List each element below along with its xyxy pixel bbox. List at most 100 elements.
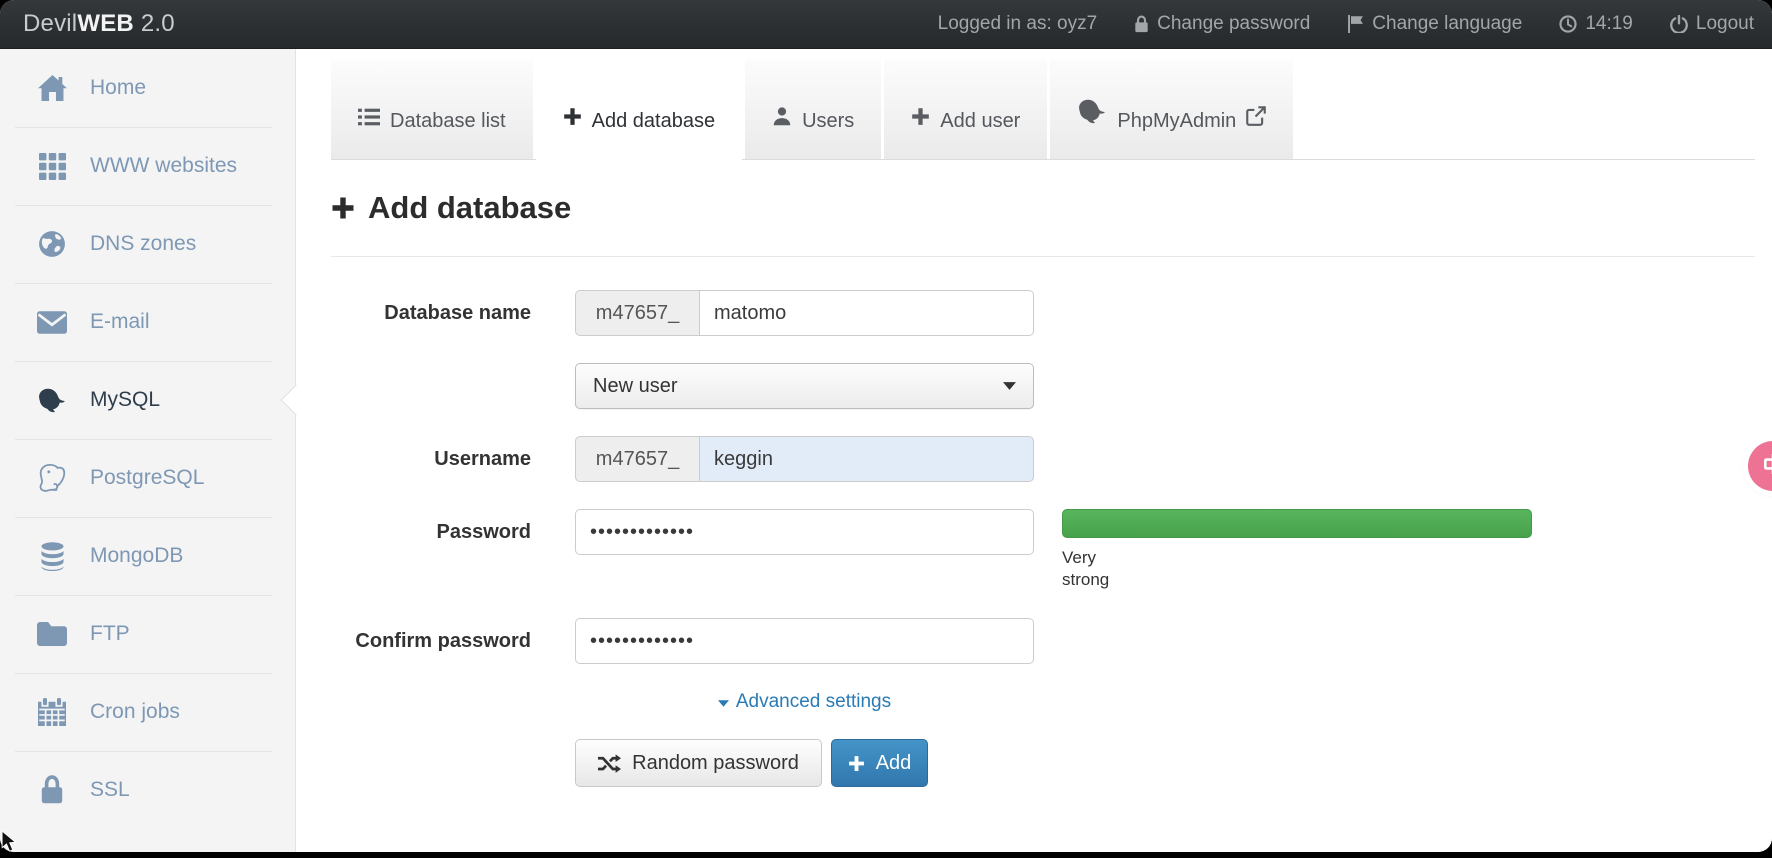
sidebar-item-mysql[interactable]: MySQL bbox=[0, 361, 295, 439]
logged-in-as: Logged in as: oyz7 bbox=[938, 13, 1098, 35]
sidebar-nav: Home WWW websites DNS zones E-mail MySQL Post… bbox=[0, 49, 296, 852]
sidebar-item-label: WWW websites bbox=[90, 154, 237, 178]
caret-down-icon bbox=[718, 700, 729, 707]
plus-icon bbox=[911, 107, 930, 133]
change-language-label: Change language bbox=[1372, 13, 1522, 35]
advanced-settings-row: Advanced settings bbox=[575, 691, 1034, 713]
tab-add-user[interactable]: Add user bbox=[884, 59, 1047, 160]
sidebar-item-www-websites[interactable]: WWW websites bbox=[0, 127, 295, 205]
topbar: DevilWEB 2.0 Logged in as: oyz7 Change p… bbox=[0, 0, 1772, 49]
folder-icon bbox=[35, 622, 69, 646]
sidebar-item-mongodb[interactable]: MongoDB bbox=[0, 517, 295, 595]
user-select-value: New user bbox=[593, 375, 677, 398]
chevron-down-icon bbox=[1003, 382, 1016, 390]
random-password-label: Random password bbox=[632, 752, 799, 775]
user-select[interactable]: New user bbox=[575, 363, 1034, 409]
change-language-link[interactable]: Change language bbox=[1347, 13, 1522, 35]
plus-icon bbox=[848, 755, 865, 772]
page-title-text: Add database bbox=[368, 190, 571, 226]
tab-label: Add user bbox=[940, 110, 1020, 133]
home-icon bbox=[35, 75, 69, 101]
calendar-icon bbox=[35, 698, 69, 726]
username-label: Username bbox=[331, 436, 575, 482]
form-buttons: Random password Add bbox=[575, 739, 1755, 787]
sidebar-item-label: SSL bbox=[90, 778, 130, 802]
username-row: Username m47657_ bbox=[331, 436, 1755, 482]
sidebar-item-label: DNS zones bbox=[90, 232, 196, 256]
page-title: Add database bbox=[331, 190, 1755, 226]
sidebar-item-label: MongoDB bbox=[90, 544, 183, 568]
plus-icon bbox=[331, 196, 355, 220]
sidebar-item-ftp[interactable]: FTP bbox=[0, 595, 295, 673]
add-database-form: Database name m47657_ New user Username bbox=[331, 290, 1755, 787]
tab-bar: Database list Add database Users Add user Ph… bbox=[331, 59, 1755, 160]
clock-icon bbox=[1559, 15, 1577, 33]
add-button[interactable]: Add bbox=[831, 739, 928, 787]
postgresql-elephant-icon bbox=[35, 463, 69, 493]
advanced-settings-label: Advanced settings bbox=[736, 691, 891, 713]
password-strength-bar bbox=[1062, 509, 1532, 538]
mysql-dolphin-icon bbox=[1077, 96, 1107, 133]
server-time: 14:19 bbox=[1559, 13, 1633, 35]
mysql-dolphin-icon bbox=[35, 385, 69, 415]
tab-database-list[interactable]: Database list bbox=[331, 59, 533, 160]
flag-icon bbox=[1347, 15, 1364, 33]
username-prefix: m47657_ bbox=[575, 436, 699, 482]
sidebar-item-postgresql[interactable]: PostgreSQL bbox=[0, 439, 295, 517]
sidebar-item-label: Home bbox=[90, 76, 146, 100]
section-divider bbox=[331, 256, 1755, 257]
random-password-button[interactable]: Random password bbox=[575, 739, 822, 787]
logout-link[interactable]: Logout bbox=[1670, 13, 1754, 35]
user-icon bbox=[772, 106, 792, 133]
sidebar-item-dns-zones[interactable]: DNS zones bbox=[0, 205, 295, 283]
password-label: Password bbox=[331, 509, 575, 555]
globe-icon bbox=[35, 230, 69, 258]
confirm-password-input[interactable] bbox=[575, 618, 1034, 664]
user-select-row: New user bbox=[331, 363, 1755, 409]
brand-devil: Devil bbox=[23, 10, 77, 37]
password-strength: Very strong bbox=[1062, 509, 1532, 591]
username-input[interactable] bbox=[699, 436, 1034, 482]
sidebar-item-label: MySQL bbox=[90, 388, 160, 412]
sidebar-item-home[interactable]: Home bbox=[0, 49, 295, 127]
logout-label: Logout bbox=[1696, 13, 1754, 35]
database-stack-icon bbox=[35, 542, 69, 571]
devilweb-window: DevilWEB 2.0 Logged in as: oyz7 Change p… bbox=[0, 0, 1772, 852]
change-password-label: Change password bbox=[1157, 13, 1310, 35]
add-button-label: Add bbox=[876, 752, 912, 775]
confirm-password-group bbox=[575, 618, 1034, 664]
lock-icon bbox=[35, 775, 69, 805]
grid-icon bbox=[35, 153, 69, 180]
sidebar-item-ssl[interactable]: SSL bbox=[0, 751, 295, 829]
change-password-link[interactable]: Change password bbox=[1134, 13, 1310, 35]
sidebar-item-label: PostgreSQL bbox=[90, 466, 204, 490]
sidebar-item-label: FTP bbox=[90, 622, 130, 646]
database-name-input[interactable] bbox=[699, 290, 1034, 336]
content-shell: Home WWW websites DNS zones E-mail MySQL Post… bbox=[0, 49, 1772, 852]
brand-web: WEB bbox=[77, 10, 134, 37]
database-name-group: m47657_ bbox=[575, 290, 1034, 336]
sidebar-item-label: Cron jobs bbox=[90, 700, 180, 724]
password-input[interactable] bbox=[575, 509, 1034, 555]
app-logo: DevilWEB 2.0 bbox=[23, 10, 175, 38]
password-group bbox=[575, 509, 1034, 555]
sidebar-item-label: E-mail bbox=[90, 310, 150, 334]
confirm-password-label: Confirm password bbox=[331, 618, 575, 664]
external-link-icon bbox=[1246, 106, 1266, 133]
server-time-label: 14:19 bbox=[1585, 13, 1633, 35]
sidebar-item-cron-jobs[interactable]: Cron jobs bbox=[0, 673, 295, 751]
password-strength-label: Very strong bbox=[1062, 547, 1126, 591]
sidebar-item-e-mail[interactable]: E-mail bbox=[0, 283, 295, 361]
tab-label: Add database bbox=[592, 110, 715, 133]
database-name-label: Database name bbox=[331, 290, 575, 336]
brand-version: 2.0 bbox=[141, 10, 175, 37]
password-row: Password Very strong bbox=[331, 509, 1755, 591]
tab-users[interactable]: Users bbox=[745, 59, 881, 160]
logged-in-text: Logged in as: oyz7 bbox=[938, 13, 1098, 35]
advanced-settings-link[interactable]: Advanced settings bbox=[718, 691, 891, 713]
tab-add-database[interactable]: Add database bbox=[536, 59, 742, 160]
username-group: m47657_ bbox=[575, 436, 1034, 482]
database-name-row: Database name m47657_ bbox=[331, 290, 1755, 336]
plus-icon bbox=[563, 107, 582, 133]
tab-phpmyadmin[interactable]: PhpMyAdmin bbox=[1050, 59, 1293, 160]
